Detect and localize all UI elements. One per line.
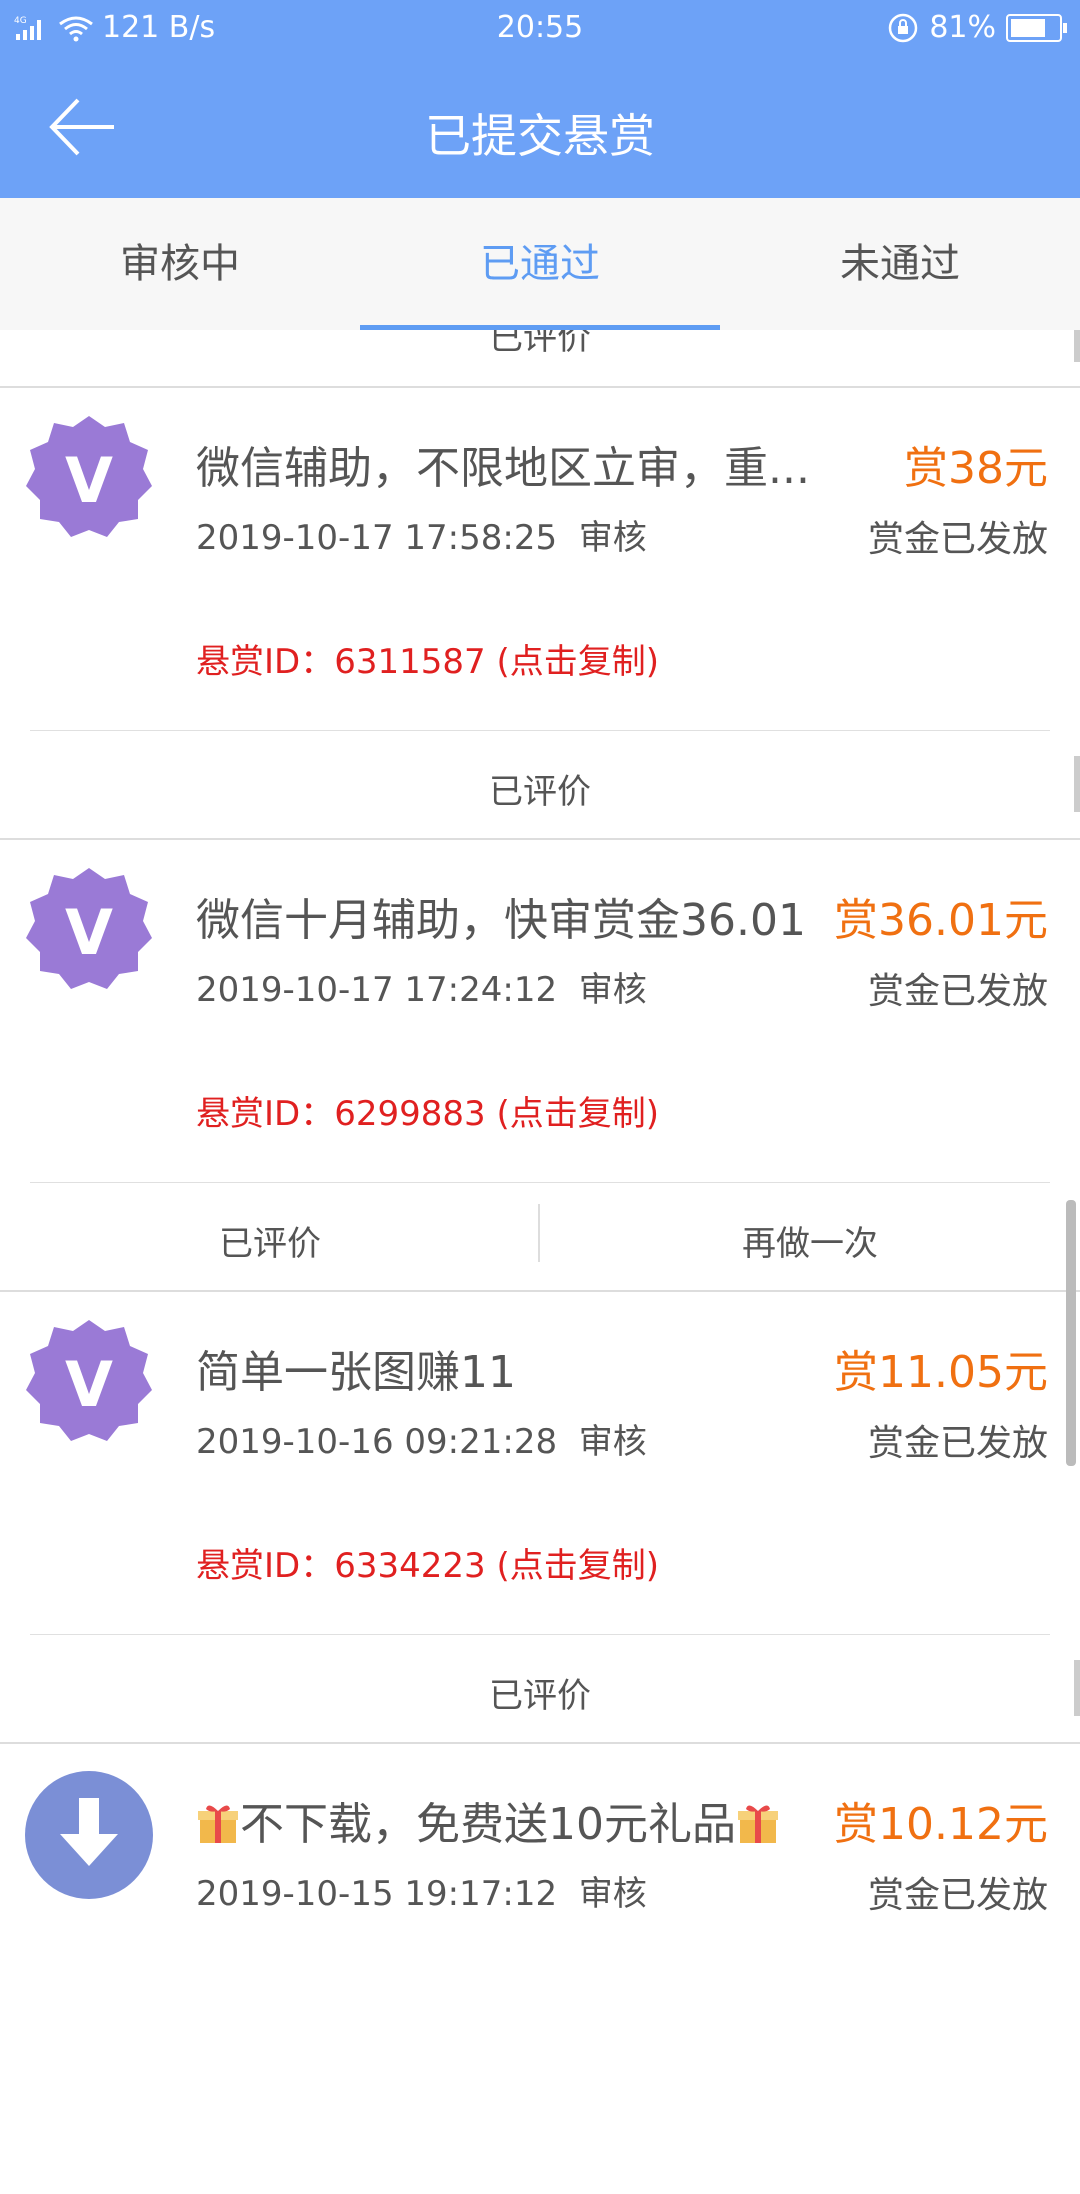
date-text: 2019-10-16 09:21:28	[196, 1422, 558, 1462]
status-right: 81%	[887, 10, 1067, 45]
svg-text:V: V	[65, 444, 113, 517]
status-tag: 审核	[578, 1422, 647, 1462]
rated-button[interactable]: 已评价	[0, 1216, 540, 1265]
payout-status: 赏金已发放	[867, 971, 1048, 1012]
divider	[30, 1634, 1050, 1635]
tab-reviewing[interactable]: 审核中	[0, 198, 360, 330]
v-badge-icon: V	[26, 868, 152, 989]
rated-label[interactable]: 已评价	[0, 330, 1080, 359]
tab-bar: 审核中 已通过 未通过	[0, 198, 1080, 330]
submit-time: 2019-10-16 09:21:28 审核	[196, 1414, 647, 1463]
status-tag: 审核	[578, 970, 647, 1010]
status-tag: 审核	[578, 518, 647, 558]
rated-button[interactable]: 已评价	[0, 1668, 1080, 1717]
submit-time: 2019-10-15 19:17:12 审核	[196, 1866, 647, 1915]
reward-id-copy[interactable]: 悬赏ID：6299883 (点击复制)	[196, 1086, 659, 1135]
reward-amount: 赏36.01元	[830, 884, 1048, 948]
submission-card[interactable]: 不下载，免费送10元礼品 赏10.12元 2019-10-15 19:17:12…	[0, 1744, 1080, 2194]
redo-button[interactable]: 再做一次	[540, 1216, 1080, 1265]
card-footer: 已评价	[0, 1634, 1080, 1742]
reward-amount: 赏11.05元	[830, 1336, 1048, 1400]
svg-text:V: V	[65, 1348, 113, 1421]
edge-mark	[1074, 1660, 1080, 1716]
task-title-text: 不下载，免费送10元礼品	[240, 1799, 736, 1850]
tab-approved[interactable]: 已通过	[360, 198, 720, 330]
battery-fill	[1011, 18, 1045, 37]
rotation-lock-icon	[889, 13, 918, 42]
date-text: 2019-10-15 19:17:12	[196, 1874, 558, 1914]
date-text: 2019-10-17 17:24:12	[196, 970, 558, 1010]
divider	[30, 730, 1050, 731]
title-bar: 已提交悬赏	[0, 56, 1080, 198]
battery-percent: 81%	[929, 10, 996, 45]
svg-text:V: V	[65, 896, 113, 969]
payout-status: 赏金已发放	[867, 1875, 1048, 1916]
battery-icon	[1006, 13, 1067, 42]
scrollbar[interactable]	[1066, 1200, 1076, 1466]
gift-icon	[198, 1805, 238, 1843]
reward-amount: 赏10.12元	[830, 1788, 1048, 1852]
gift-icon	[738, 1805, 778, 1843]
submission-list: 已评价 V 微信辅助，不限地区立审，重... 赏38元 2019-10-17 1…	[0, 330, 1080, 2194]
date-text: 2019-10-17 17:58:25	[196, 518, 558, 558]
submit-time: 2019-10-17 17:58:25 审核	[196, 510, 647, 559]
status-tag: 审核	[578, 1874, 647, 1914]
v-badge-icon: V	[26, 416, 152, 537]
submission-card[interactable]: V 简单一张图赚11 赏11.05元 2019-10-16 09:21:28 审…	[0, 1292, 1080, 1744]
edge-mark	[1074, 756, 1080, 812]
edge-mark	[1074, 330, 1080, 362]
task-title: 微信辅助，不限地区立审，重...	[196, 443, 810, 494]
task-title: 不下载，免费送10元礼品	[196, 1788, 836, 1852]
submission-card[interactable]: V 微信十月辅助，快审赏金36.01 赏36.01元 2019-10-17 17…	[0, 840, 1080, 1292]
card-footer-partial: 已评价	[0, 330, 1080, 388]
task-title: 微信十月辅助，快审赏金36.01	[196, 895, 806, 946]
tab-rejected[interactable]: 未通过	[720, 198, 1080, 330]
download-icon	[25, 1771, 153, 1899]
v-badge-icon: V	[26, 1320, 152, 1441]
payout-status: 赏金已发放	[867, 1423, 1048, 1464]
submission-card[interactable]: V 微信辅助，不限地区立审，重... 赏38元 2019-10-17 17:58…	[0, 388, 1080, 840]
card-footer: 已评价 再做一次	[0, 1182, 1080, 1290]
rated-button[interactable]: 已评价	[0, 764, 1080, 813]
page-title: 已提交悬赏	[425, 109, 655, 163]
card-footer: 已评价	[0, 730, 1080, 838]
reward-id-copy[interactable]: 悬赏ID：6311587 (点击复制)	[196, 634, 659, 683]
reward-amount: 赏38元	[900, 432, 1048, 496]
divider	[30, 1182, 1050, 1183]
payout-status: 赏金已发放	[867, 519, 1048, 560]
task-title: 简单一张图赚11	[196, 1347, 516, 1398]
status-bar: 4G 121 B/s 20:55 81%	[0, 0, 1080, 56]
submit-time: 2019-10-17 17:24:12 审核	[196, 962, 647, 1011]
reward-id-copy[interactable]: 悬赏ID：6334223 (点击复制)	[196, 1538, 659, 1587]
